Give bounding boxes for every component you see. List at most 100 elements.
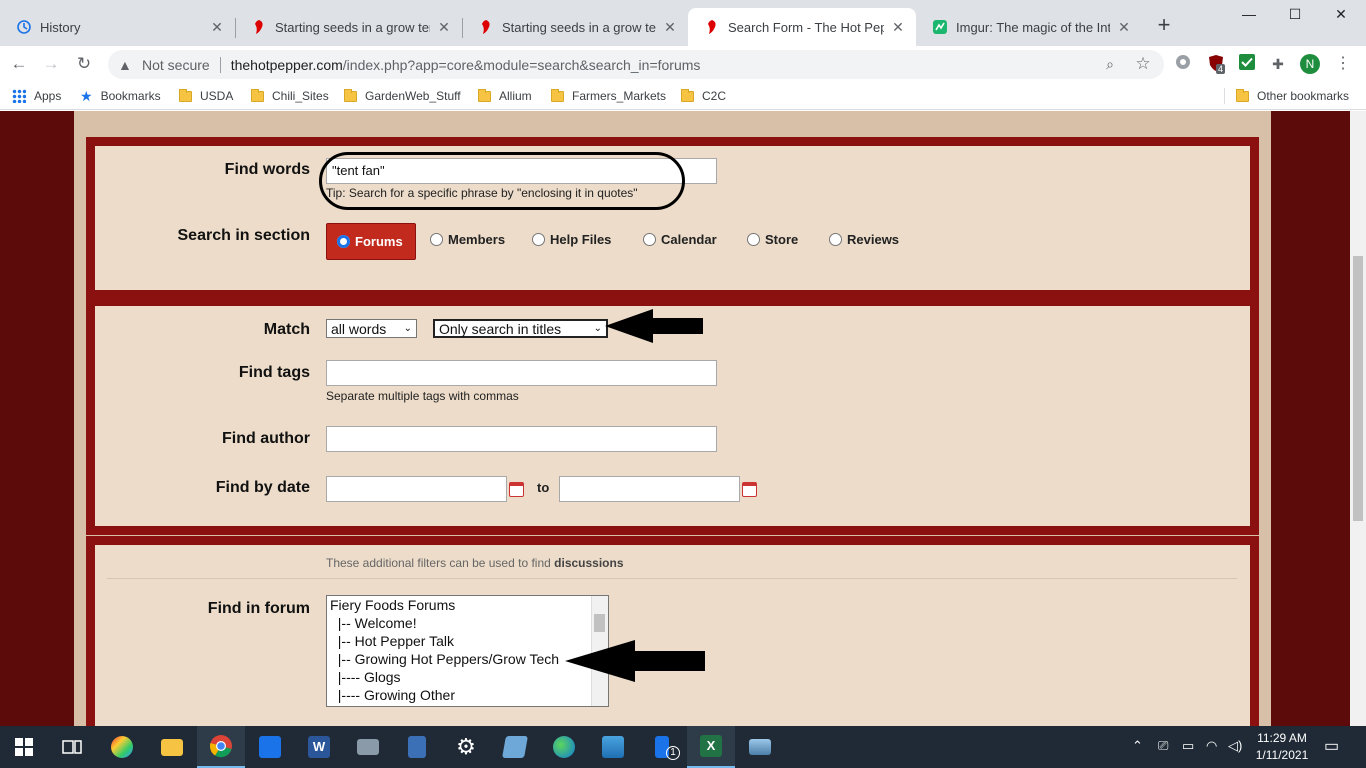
bookmark-label: C2C — [702, 89, 727, 103]
list-item[interactable]: Fiery Foods Forums — [327, 596, 608, 614]
folder-icon — [551, 88, 564, 102]
radio — [829, 233, 842, 246]
close-icon[interactable]: ✕ — [209, 19, 225, 36]
search-section-label: Search in section — [177, 227, 311, 244]
section-help-files[interactable]: Help Files — [532, 232, 611, 247]
minimize-button[interactable]: — — [1226, 6, 1272, 26]
match-select[interactable]: all words ⌄ — [326, 319, 417, 338]
bookmark-apps[interactable]: Apps — [12, 86, 61, 106]
excel-app[interactable]: X — [687, 726, 735, 768]
tab-title: History — [40, 19, 81, 35]
excel-icon: X — [700, 735, 722, 757]
bookmark-allium[interactable]: Allium — [478, 86, 532, 106]
date-to-input[interactable] — [559, 476, 740, 502]
edge-app[interactable] — [540, 726, 588, 768]
find-by-date-label: Find by date — [215, 479, 310, 496]
close-icon[interactable]: ✕ — [1116, 19, 1132, 36]
tab-history[interactable]: History ✕ — [0, 8, 235, 46]
zoom-icon[interactable]: ⌕ — [1100, 54, 1120, 74]
avatar[interactable]: N — [1300, 54, 1320, 74]
tab-search-form[interactable]: Search Form - The Hot Pepper ✕ — [688, 8, 916, 46]
forward-button[interactable]: → — [38, 51, 64, 77]
close-icon[interactable]: ✕ — [662, 19, 678, 36]
maximize-button[interactable]: ☐ — [1272, 6, 1318, 26]
section-store[interactable]: Store — [747, 232, 798, 247]
scrollbar-thumb[interactable] — [1353, 256, 1363, 521]
chevron-up-icon[interactable]: ⌃ — [1132, 738, 1143, 754]
bookmark-label: Chili_Sites — [272, 89, 329, 103]
notes-app[interactable] — [491, 726, 539, 768]
extension-badge: 4 — [1216, 64, 1226, 74]
word-app[interactable]: W — [295, 726, 343, 768]
paint-app[interactable] — [98, 726, 146, 768]
settings-app[interactable]: ⚙ — [442, 726, 490, 768]
calendar-app[interactable] — [246, 726, 294, 768]
calculator-app[interactable] — [393, 726, 441, 768]
star-icon[interactable]: ☆ — [1133, 54, 1153, 74]
find-author-input[interactable] — [326, 426, 717, 452]
scanner-app[interactable] — [344, 726, 392, 768]
date-from-input[interactable] — [326, 476, 507, 502]
reload-button[interactable]: ↻ — [71, 51, 97, 77]
bookmark-farmers-markets[interactable]: Farmers_Markets — [551, 86, 666, 106]
photos-app[interactable] — [589, 726, 637, 768]
bookmark-usda[interactable]: USDA — [179, 86, 233, 106]
section-label: Help Files — [550, 232, 612, 247]
extension-circle-icon[interactable] — [1173, 54, 1193, 74]
menu-icon[interactable]: ⋮ — [1333, 54, 1353, 74]
list-item[interactable]: |-- Welcome! — [327, 614, 608, 632]
calendar-icon[interactable] — [509, 482, 524, 497]
task-view-button[interactable] — [48, 726, 96, 768]
find-tags-input[interactable] — [326, 360, 717, 386]
not-secure-label: Not secure — [142, 56, 210, 73]
meet-icon[interactable]: ⎚ — [1158, 738, 1168, 754]
bookmark-label: USDA — [200, 89, 234, 103]
file-explorer-app[interactable] — [148, 726, 196, 768]
radio — [643, 233, 656, 246]
tab-seeds-2[interactable]: Starting seeds in a grow tent - ✕ — [462, 8, 688, 46]
notification-icon[interactable]: ▭ — [1324, 736, 1339, 756]
bookmark-bookmarks[interactable]: ★ Bookmarks — [80, 86, 161, 106]
calendar-icon[interactable] — [742, 482, 757, 497]
list-item[interactable]: |---- Growing Other — [327, 686, 608, 704]
new-tab-button[interactable]: + — [1152, 14, 1176, 38]
volume-icon[interactable]: ◁) — [1228, 738, 1242, 754]
bookmark-c2c[interactable]: C2C — [681, 86, 726, 106]
close-icon[interactable]: ✕ — [890, 19, 906, 36]
wifi-icon[interactable]: ◠ — [1206, 738, 1217, 754]
section-label: Calendar — [661, 232, 717, 247]
bookmark-label: Bookmarks — [100, 89, 161, 103]
checkmark-extension-icon[interactable] — [1237, 54, 1257, 74]
clock[interactable]: 11:29 AM 1/11/2021 — [1254, 730, 1310, 764]
search-terms-panel: Find words "tent fan" Tip: Search for a … — [86, 137, 1259, 299]
url-text: thehotpepper.com/index.php?app=core&modu… — [231, 57, 701, 73]
section-reviews[interactable]: Reviews — [829, 232, 899, 247]
section-members[interactable]: Members — [430, 232, 505, 247]
windows-icon — [15, 738, 33, 756]
select-value: Only search in titles — [439, 320, 562, 337]
start-button[interactable] — [0, 726, 48, 768]
bookmark-chili-sites[interactable]: Chili_Sites — [251, 86, 329, 106]
phone-app[interactable]: 1 — [638, 726, 686, 768]
image-viewer-app[interactable] — [736, 726, 784, 768]
chrome-app[interactable] — [197, 726, 245, 768]
tab-imgur[interactable]: Imgur: The magic of the Intern ✕ — [916, 8, 1142, 46]
ublock-icon[interactable]: 4 — [1206, 54, 1226, 74]
bookmark-label: Apps — [34, 89, 62, 103]
highlight-ellipse — [319, 152, 685, 210]
battery-icon[interactable]: ▭ — [1182, 738, 1194, 754]
scope-select[interactable]: Only search in titles ⌄ — [433, 319, 608, 338]
calculator-icon — [408, 736, 426, 758]
address-bar[interactable]: ▲ Not secure thehotpepper.com/index.php?… — [108, 50, 1164, 79]
close-icon[interactable]: ✕ — [436, 19, 452, 36]
back-button[interactable]: ← — [6, 51, 32, 77]
close-window-button[interactable]: ✕ — [1318, 6, 1364, 26]
page-scrollbar[interactable] — [1350, 111, 1366, 726]
bookmark-gardenweb[interactable]: GardenWeb_Stuff — [344, 86, 461, 106]
tab-seeds-1[interactable]: Starting seeds in a grow tent - ✕ — [235, 8, 462, 46]
section-calendar[interactable]: Calendar — [643, 232, 717, 247]
bookmark-other[interactable]: Other bookmarks — [1236, 86, 1349, 106]
scrollbar-thumb[interactable] — [594, 614, 605, 632]
puzzle-icon[interactable]: ✚ — [1268, 54, 1288, 74]
section-forums[interactable]: Forums — [326, 223, 416, 260]
